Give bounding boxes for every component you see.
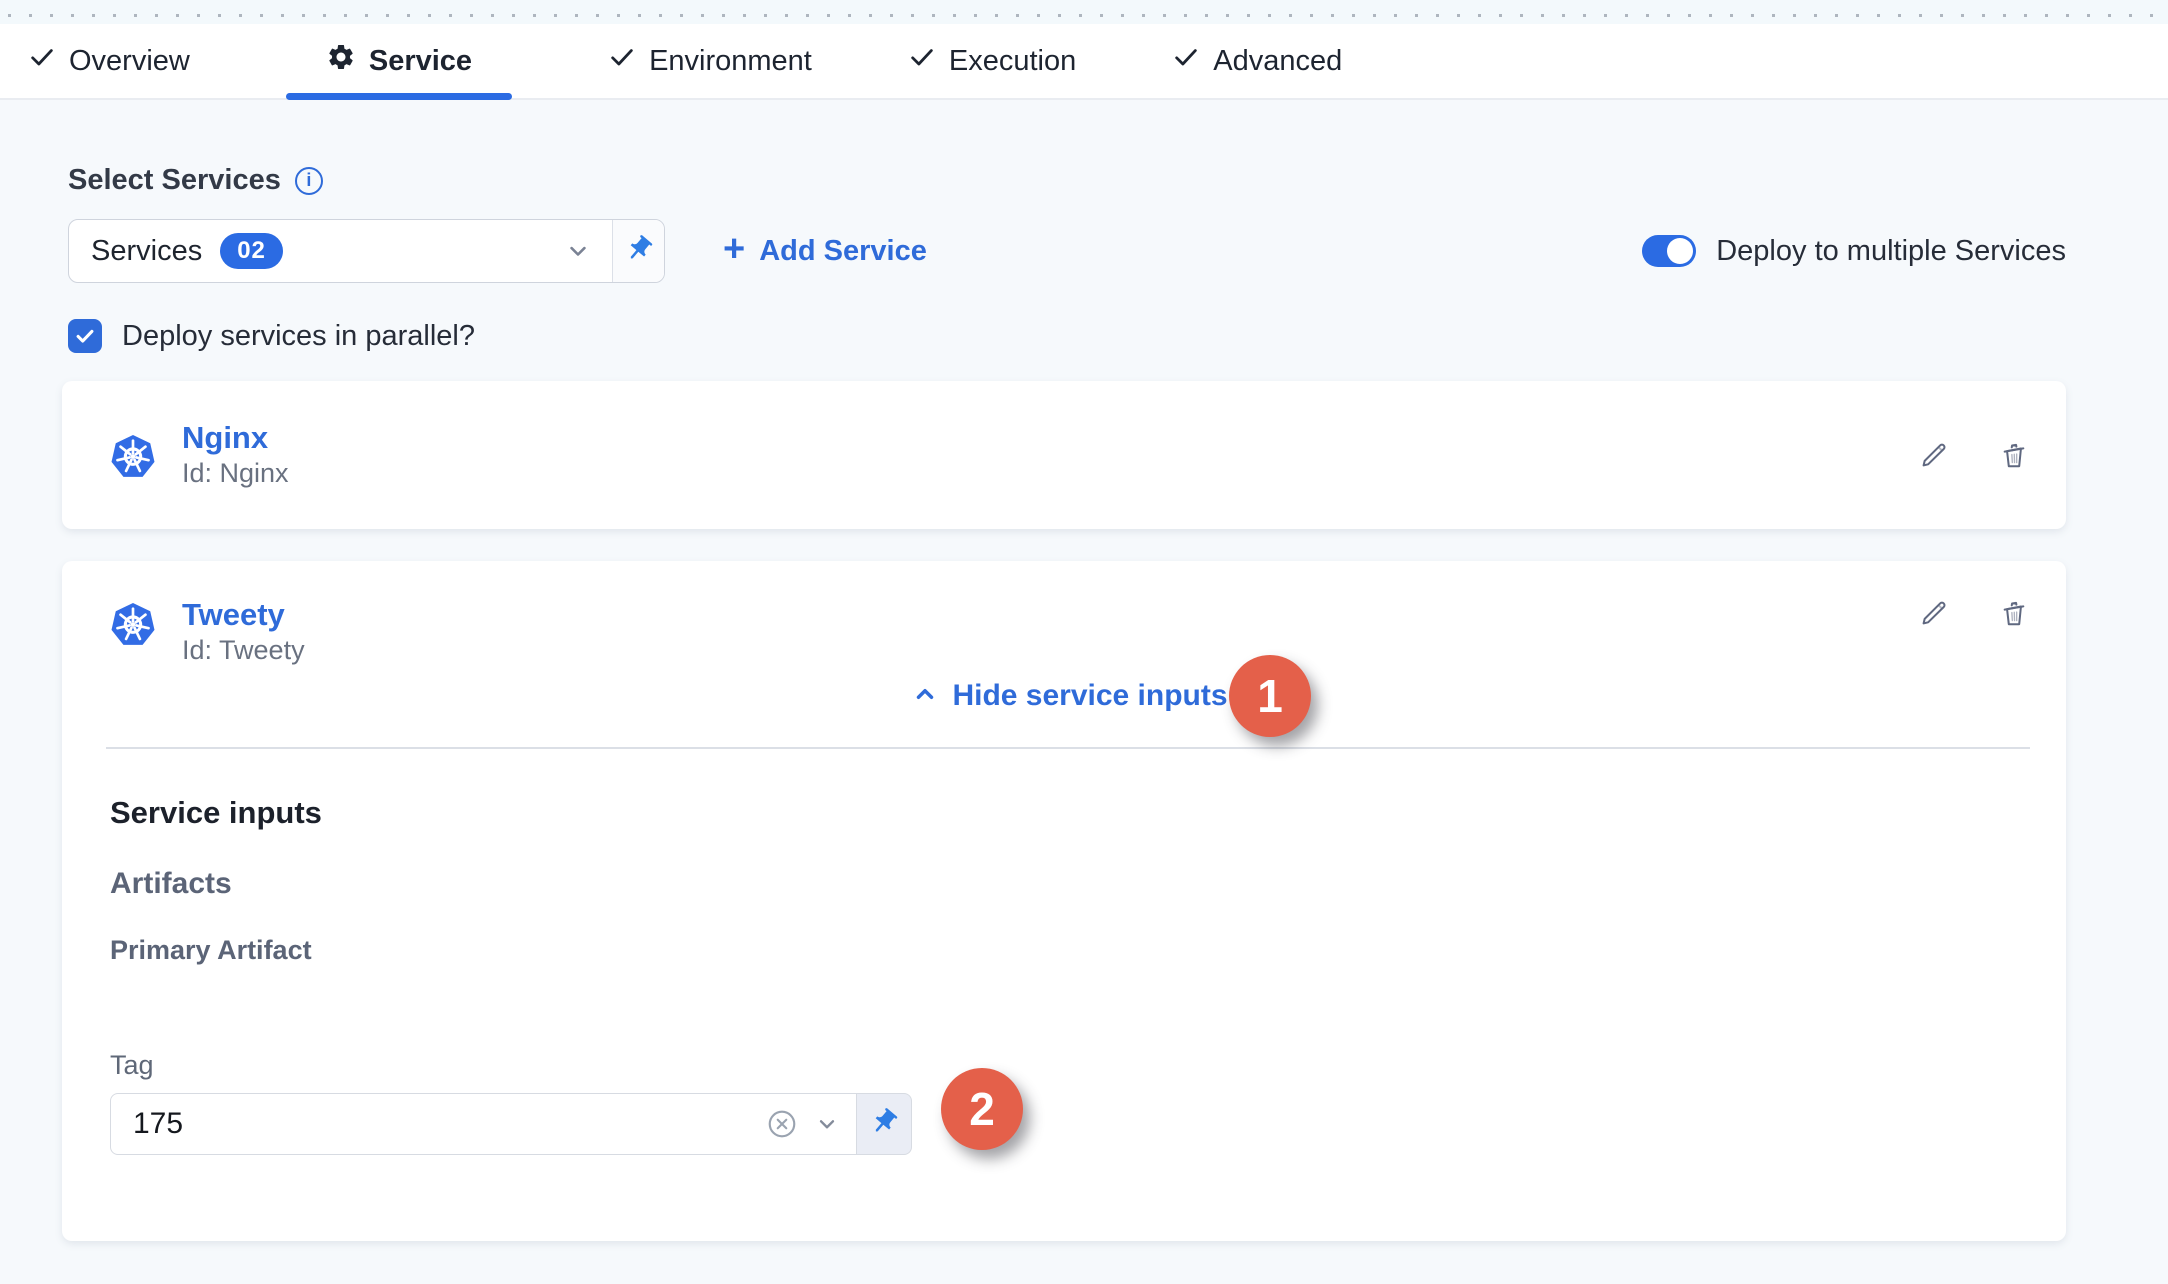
annotation-badge-1: 1 [1229,655,1311,737]
hide-service-inputs-label: Hide service inputs [952,679,1227,713]
chevron-down-icon[interactable] [814,1111,840,1137]
tab-label: Execution [949,45,1076,78]
parallel-checkbox[interactable] [68,319,102,353]
services-dropdown-value: Services [91,235,202,268]
deploy-multiple-label: Deploy to multiple Services [1716,235,2066,268]
delete-service-button[interactable] [1998,439,2030,471]
service-id: Id: Tweety [182,633,305,667]
select-services-row: Select Services i [68,164,2066,197]
service-card-nginx: Nginx Id: Nginx [62,381,2066,529]
services-dropdown-value-area[interactable]: Services 02 [69,220,612,282]
plus-icon: + [723,230,745,268]
kubernetes-icon [110,601,156,649]
hide-service-inputs-link[interactable]: Hide service inputs [110,675,2030,717]
pin-tag-button[interactable] [857,1093,912,1155]
chevron-up-icon [912,681,938,712]
deploy-multiple-row: Deploy to multiple Services [1642,235,2066,268]
delete-service-button[interactable] [1998,597,2030,629]
pin-icon [869,1107,899,1142]
toggle-knob [1667,238,1693,264]
service-id: Id: Nginx [182,456,289,490]
tag-input[interactable] [133,1107,766,1141]
deploy-multiple-toggle[interactable] [1642,235,1696,267]
pencil-icon [1918,439,1950,471]
add-service-button[interactable]: + Add Service [723,234,927,268]
check-icon [1172,43,1200,79]
tag-input-wrap [110,1093,857,1155]
gear-icon [326,42,356,80]
stage-tab-bar: Overview Service Environment Execution A… [0,24,2168,100]
parallel-checkbox-label: Deploy services in parallel? [122,320,475,353]
tag-label: Tag [110,1050,2030,1081]
clear-icon[interactable] [766,1108,798,1140]
pipeline-canvas-dotted-strip [0,0,2168,24]
service-name-link[interactable]: Nginx [182,420,289,456]
tab-service[interactable]: Service [286,24,512,98]
service-card-header: Tweety Id: Tweety [110,597,2030,667]
pencil-icon [1918,597,1950,629]
service-card-tweety: Tweety Id: Tweety Hide ser [62,561,2066,1241]
pin-icon [624,234,654,269]
tab-label: Environment [649,45,812,78]
tab-label: Overview [69,45,190,78]
info-icon[interactable]: i [295,167,323,195]
services-count-badge: 02 [220,233,283,269]
check-icon [28,43,56,79]
tab-overview[interactable]: Overview [28,24,190,98]
select-services-label: Select Services [68,164,281,197]
artifacts-heading: Artifacts [110,867,2030,901]
edit-service-button[interactable] [1918,597,1950,629]
service-title-block: Nginx Id: Nginx [182,420,289,490]
check-icon [74,325,96,347]
services-controls-row: Services 02 + Add Service Deploy to mult… [68,219,2066,283]
tab-execution[interactable]: Execution [908,24,1076,98]
tag-field-group [110,1093,912,1155]
pin-services-dropdown-button[interactable] [612,220,664,282]
chevron-down-icon[interactable] [564,237,592,265]
parallel-checkbox-row: Deploy services in parallel? [68,319,2066,353]
tab-advanced[interactable]: Advanced [1172,24,1342,98]
service-inputs-title: Service inputs [110,795,2030,831]
trash-icon [1998,597,2030,629]
service-name-link[interactable]: Tweety [182,597,305,633]
kubernetes-icon [110,433,156,481]
primary-artifact-heading: Primary Artifact [110,935,2030,966]
tab-label: Service [369,45,472,78]
check-icon [608,43,636,79]
tab-environment[interactable]: Environment [608,24,812,98]
trash-icon [1998,439,2030,471]
tag-input-adornments [766,1108,840,1140]
add-service-label: Add Service [759,235,927,268]
divider [106,747,2030,749]
service-tab-content: Select Services i Services 02 + Add Serv… [0,100,2168,1284]
services-dropdown[interactable]: Services 02 [68,219,665,283]
edit-service-button[interactable] [1918,439,1950,471]
service-title-block: Tweety Id: Tweety [182,597,305,667]
annotation-badge-2: 2 [941,1068,1023,1150]
tab-label: Advanced [1213,45,1342,78]
check-icon [908,43,936,79]
service-card-actions [1918,597,2030,629]
service-card-actions [1918,439,2030,471]
